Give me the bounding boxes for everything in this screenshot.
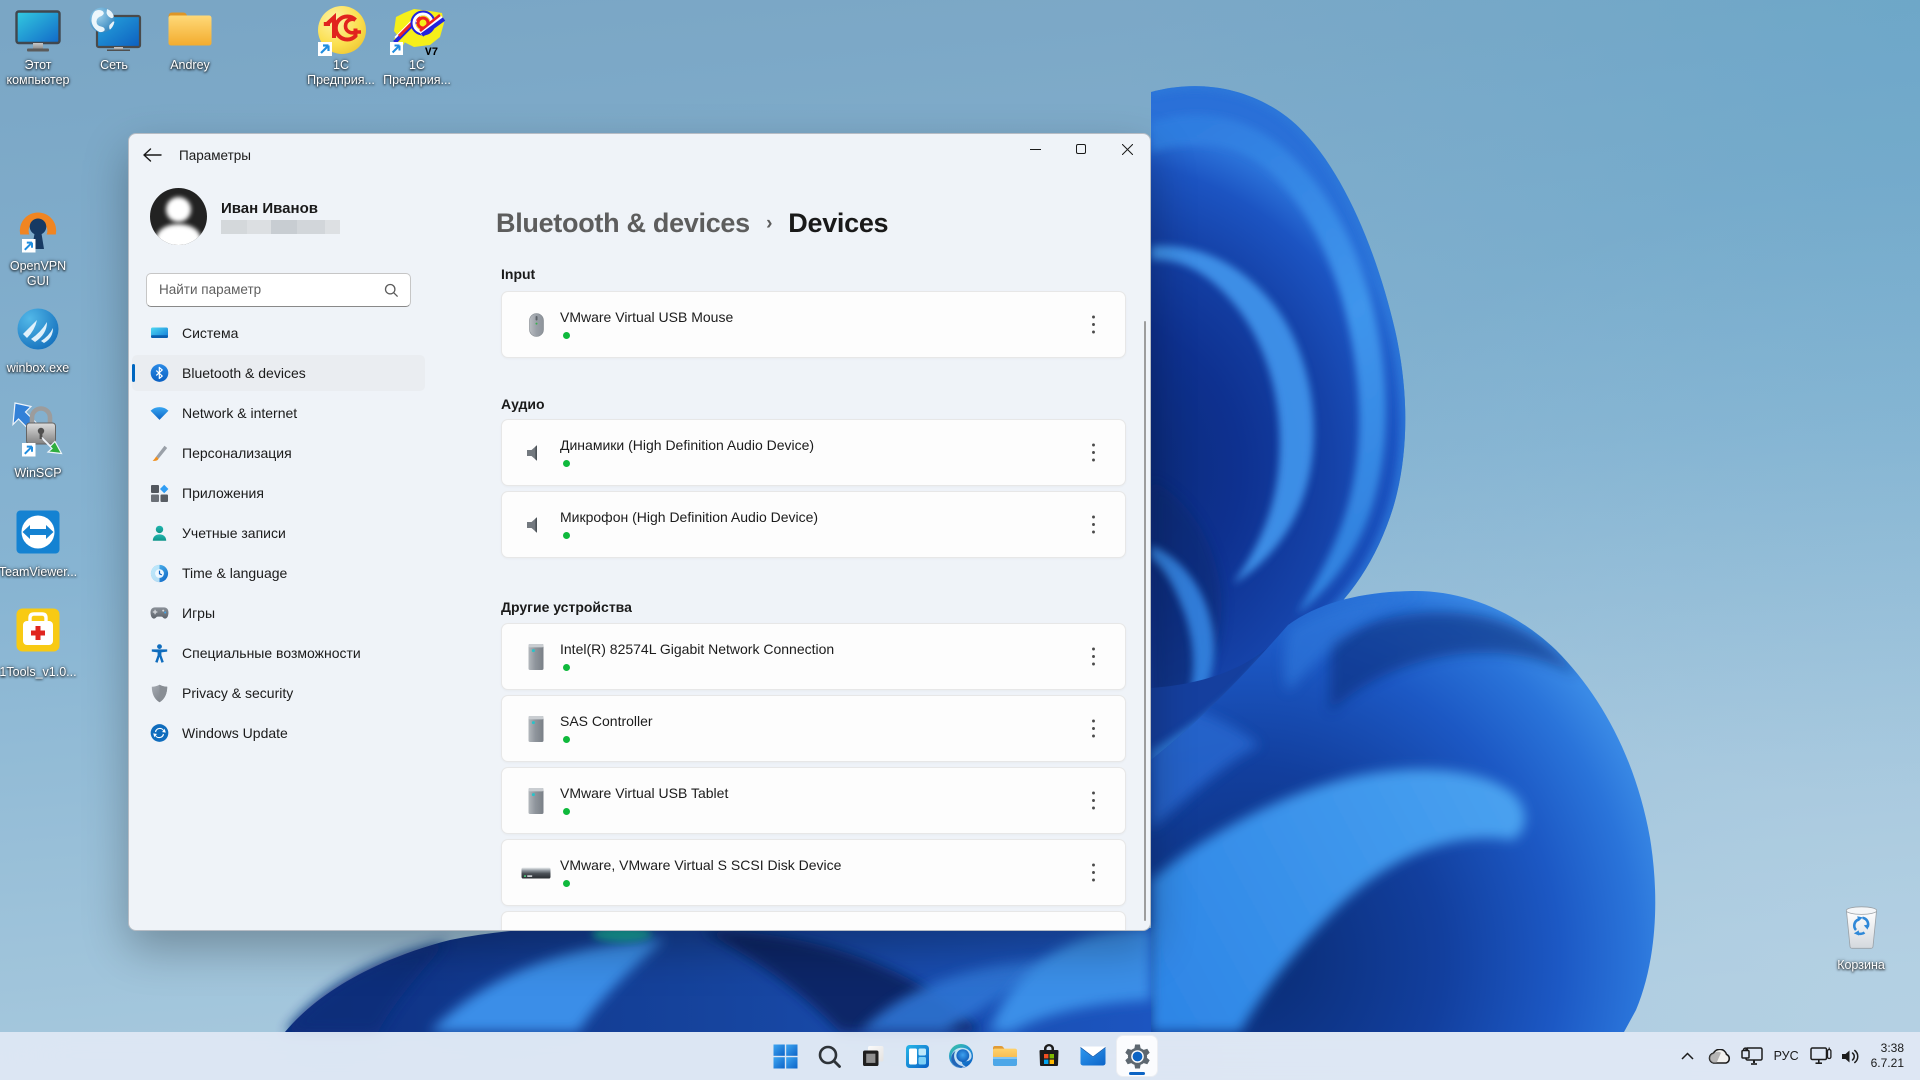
svg-text:V7: V7: [425, 47, 438, 57]
